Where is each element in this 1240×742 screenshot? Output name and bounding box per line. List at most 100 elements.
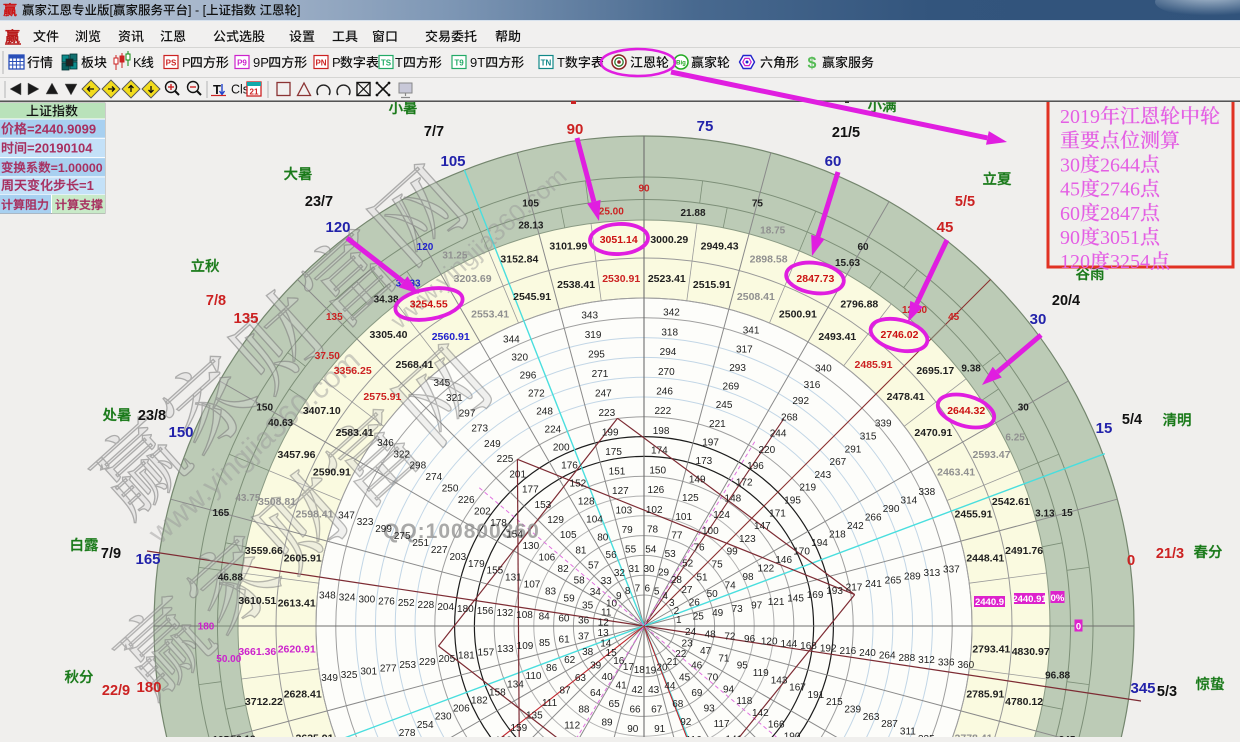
svg-text:316: 316 — [804, 380, 821, 391]
svg-text:54: 54 — [645, 544, 657, 555]
svg-text:100: 100 — [702, 526, 719, 537]
svg-text:45: 45 — [937, 219, 954, 236]
svg-text:$: $ — [808, 55, 817, 72]
svg-text:2560.91: 2560.91 — [432, 331, 470, 343]
svg-text:TN: TN — [541, 59, 552, 68]
svg-text:94: 94 — [723, 684, 735, 695]
svg-text:103: 103 — [615, 506, 632, 517]
svg-text:293: 293 — [729, 363, 746, 374]
svg-text:157: 157 — [478, 647, 495, 658]
svg-text:38: 38 — [582, 647, 594, 658]
svg-text:90: 90 — [638, 184, 650, 195]
svg-text:2796.88: 2796.88 — [840, 298, 878, 310]
svg-text:148: 148 — [725, 494, 742, 505]
svg-text:2575.91: 2575.91 — [363, 391, 401, 403]
svg-text:40.63: 40.63 — [268, 418, 293, 429]
svg-text:246: 246 — [656, 387, 673, 398]
svg-text:126: 126 — [648, 485, 665, 496]
svg-text:192: 192 — [820, 644, 837, 655]
svg-text:0%: 0% — [1051, 593, 1065, 604]
svg-text:23/8: 23/8 — [138, 408, 166, 424]
svg-text:51: 51 — [696, 572, 708, 583]
svg-text:247: 247 — [595, 389, 612, 400]
svg-text:340: 340 — [815, 364, 832, 375]
svg-text:177: 177 — [522, 485, 539, 496]
svg-text:239: 239 — [844, 705, 861, 716]
svg-text:102: 102 — [646, 505, 663, 516]
svg-text:221: 221 — [709, 419, 726, 430]
svg-text:21/5: 21/5 — [832, 125, 860, 141]
svg-text:25: 25 — [693, 611, 705, 622]
svg-text:2568.41: 2568.41 — [396, 359, 434, 371]
svg-text:2500.91: 2500.91 — [779, 308, 817, 320]
svg-text:301: 301 — [360, 667, 377, 678]
svg-text:147: 147 — [754, 521, 771, 532]
svg-text:215: 215 — [826, 697, 843, 708]
svg-text:150: 150 — [168, 424, 193, 441]
svg-text:65: 65 — [609, 699, 621, 710]
svg-text:97: 97 — [751, 601, 763, 612]
svg-text:8: 8 — [625, 586, 631, 597]
svg-text:292: 292 — [792, 396, 809, 407]
svg-text:223: 223 — [598, 408, 615, 419]
svg-text:46: 46 — [691, 661, 703, 672]
svg-text:2949.43: 2949.43 — [701, 240, 739, 252]
svg-text:86: 86 — [546, 663, 558, 674]
svg-text:128: 128 — [578, 496, 595, 507]
svg-text:227: 227 — [431, 545, 448, 556]
svg-text:3508.81: 3508.81 — [258, 496, 296, 508]
svg-text:324: 324 — [339, 592, 356, 603]
svg-text:120: 120 — [761, 636, 778, 647]
svg-text:2478.41: 2478.41 — [887, 391, 925, 403]
svg-text:225: 225 — [497, 454, 514, 465]
svg-text:344: 344 — [503, 335, 520, 346]
svg-text:158: 158 — [489, 687, 506, 698]
svg-text:Big: Big — [676, 61, 686, 67]
svg-text:142: 142 — [752, 708, 769, 719]
svg-text:=20190104: =20190104 — [27, 141, 93, 156]
svg-text:121: 121 — [768, 597, 785, 608]
svg-text:2620.91: 2620.91 — [278, 643, 316, 655]
svg-text:49: 49 — [712, 608, 724, 619]
svg-text:63: 63 — [575, 673, 587, 684]
svg-text:=2440.9099: =2440.9099 — [27, 121, 96, 136]
svg-text:240: 240 — [859, 648, 876, 659]
svg-text:31.25: 31.25 — [442, 250, 467, 261]
svg-text:317: 317 — [736, 344, 753, 355]
svg-text:2593.47: 2593.47 — [973, 449, 1011, 461]
svg-text:170: 170 — [793, 547, 810, 558]
svg-text:321: 321 — [446, 393, 463, 404]
svg-text:89: 89 — [601, 717, 613, 728]
svg-text:15: 15 — [1096, 420, 1113, 437]
svg-text:345: 345 — [1130, 680, 1155, 697]
svg-text:45: 45 — [679, 673, 691, 684]
svg-text:178: 178 — [490, 518, 507, 529]
svg-text:46.88: 46.88 — [218, 573, 243, 584]
svg-text:P9: P9 — [237, 59, 247, 68]
svg-text:194: 194 — [811, 538, 828, 549]
svg-text:129: 129 — [547, 515, 564, 526]
svg-text:3457.96: 3457.96 — [278, 449, 316, 461]
svg-text:339: 339 — [875, 419, 892, 430]
svg-text:168: 168 — [800, 641, 817, 652]
svg-text:338: 338 — [918, 487, 935, 498]
svg-text:85: 85 — [539, 638, 551, 649]
svg-text:30: 30 — [1030, 311, 1047, 328]
svg-text:127: 127 — [612, 486, 629, 497]
svg-text:9.38: 9.38 — [961, 364, 981, 375]
svg-text:2644: 2644 — [1100, 154, 1140, 176]
svg-text:135: 135 — [526, 711, 543, 722]
svg-text:35: 35 — [582, 600, 594, 611]
svg-text:31: 31 — [628, 564, 640, 575]
svg-text:150: 150 — [649, 465, 666, 476]
svg-text:3661.36: 3661.36 — [238, 646, 276, 658]
svg-text:204: 204 — [437, 602, 454, 613]
svg-text:21: 21 — [250, 88, 259, 97]
svg-text:T: T — [557, 55, 565, 70]
svg-text:50.00: 50.00 — [216, 654, 241, 665]
svg-text:0: 0 — [1076, 621, 1081, 632]
svg-text:61: 61 — [559, 635, 571, 646]
svg-text:2553.41: 2553.41 — [471, 308, 509, 320]
svg-text:67: 67 — [651, 705, 663, 716]
svg-text:77: 77 — [671, 531, 683, 542]
